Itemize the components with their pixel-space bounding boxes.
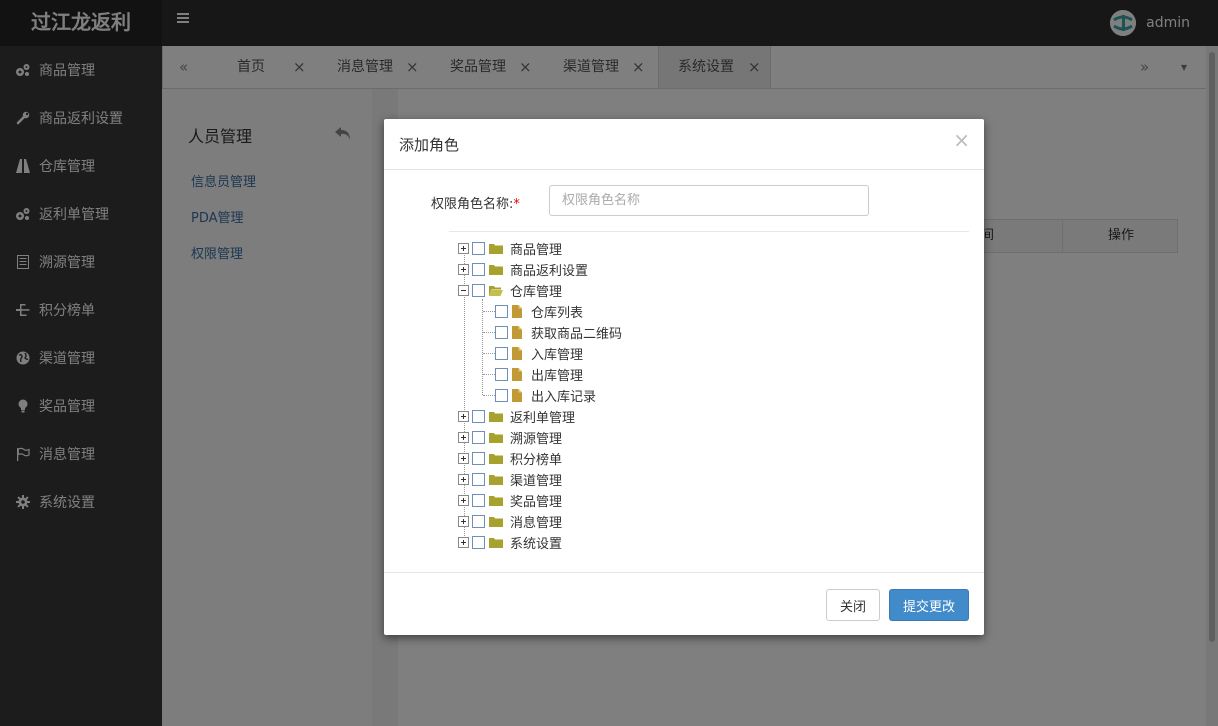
tree-node-points-ranking[interactable]: 积分榜单 [458,448,562,469]
tree-node-goods[interactable]: 商品管理 [458,238,562,259]
folder-icon [489,454,503,464]
tree-checkbox[interactable] [495,326,508,339]
tree-connector-line [483,374,495,375]
tree-node-tracing[interactable]: 溯源管理 [458,427,562,448]
expand-plus-icon[interactable] [458,264,469,275]
tree-node-label: 出库管理 [531,369,584,384]
file-icon [512,347,522,360]
expand-plus-icon[interactable] [458,243,469,254]
tree-checkbox[interactable] [495,347,508,360]
tree-checkbox[interactable] [495,389,508,402]
tree-checkbox[interactable] [472,515,485,528]
tree-checkbox[interactable] [472,431,485,444]
tree-checkbox[interactable] [472,494,485,507]
tree-node-rebate-settings[interactable]: 商品返利设置 [458,259,588,280]
tree-node-warehouse-list[interactable]: 仓库列表 [495,301,583,322]
expand-plus-icon[interactable] [458,537,469,548]
tree-node-prizes[interactable]: 奖品管理 [458,490,562,511]
tree-node-label: 出入库记录 [531,390,597,405]
tree-connector-line [483,311,495,312]
tree-node-messages[interactable]: 消息管理 [458,511,562,532]
tree-connector-line [482,299,483,395]
close-button[interactable]: 关闭 [826,589,880,621]
tree-checkbox[interactable] [472,452,485,465]
tree-checkbox[interactable] [495,368,508,381]
tree-node-label: 奖品管理 [510,495,563,510]
folder-icon [489,433,503,443]
folder-icon [489,538,503,548]
tree-node-label: 仓库列表 [531,306,584,321]
permission-tree: 商品管理 商品返利设置 仓库管理 仓库列表 获取商品二维码 入库管理 出库管理 … [384,119,984,635]
expand-plus-icon[interactable] [458,495,469,506]
add-role-modal: 添加角色 × 权限角色名称:* 商品管理 商品返利设置 仓库管理 [384,119,984,635]
tree-checkbox[interactable] [472,536,485,549]
file-icon [512,326,522,339]
expand-plus-icon[interactable] [458,432,469,443]
tree-node-label: 系统设置 [510,537,563,552]
tree-connector-line [483,353,495,354]
tree-node-rebate-orders[interactable]: 返利单管理 [458,406,575,427]
tree-node-label: 入库管理 [531,348,584,363]
tree-checkbox[interactable] [472,410,485,423]
tree-node-system-settings[interactable]: 系统设置 [458,532,562,553]
folder-open-icon [489,286,503,296]
tree-connector-line [483,332,495,333]
tree-node-outbound[interactable]: 出库管理 [495,364,583,385]
tree-checkbox[interactable] [472,263,485,276]
tree-checkbox[interactable] [495,305,508,318]
tree-node-label: 获取商品二维码 [531,327,623,342]
folder-icon [489,517,503,527]
tree-node-channels[interactable]: 渠道管理 [458,469,562,490]
expand-plus-icon[interactable] [458,453,469,464]
tree-node-label: 仓库管理 [510,285,563,300]
tree-checkbox[interactable] [472,473,485,486]
expand-plus-icon[interactable] [458,516,469,527]
tree-node-inbound[interactable]: 入库管理 [495,343,583,364]
expand-plus-icon[interactable] [458,474,469,485]
folder-icon [489,412,503,422]
folder-icon [489,244,503,254]
folder-icon [489,496,503,506]
tree-node-label: 积分榜单 [510,453,563,468]
tree-node-inout-records[interactable]: 出入库记录 [495,385,596,406]
tree-connector-line [483,395,495,396]
tree-node-label: 溯源管理 [510,432,563,447]
file-icon [512,389,522,402]
file-icon [512,305,522,318]
tree-node-label: 消息管理 [510,516,563,531]
expand-plus-icon[interactable] [458,411,469,422]
tree-checkbox[interactable] [472,284,485,297]
tree-node-label: 返利单管理 [510,411,576,426]
submit-button[interactable]: 提交更改 [889,589,969,621]
tree-node-get-qrcode[interactable]: 获取商品二维码 [495,322,622,343]
tree-checkbox[interactable] [472,242,485,255]
folder-icon [489,475,503,485]
tree-node-label: 商品管理 [510,243,563,258]
file-icon [512,368,522,381]
tree-node-warehouse[interactable]: 仓库管理 [458,280,562,301]
tree-node-label: 商品返利设置 [510,264,589,279]
folder-icon [489,265,503,275]
tree-node-label: 渠道管理 [510,474,563,489]
collapse-minus-icon[interactable] [458,285,469,296]
modal-footer: 关闭 提交更改 [384,572,984,635]
